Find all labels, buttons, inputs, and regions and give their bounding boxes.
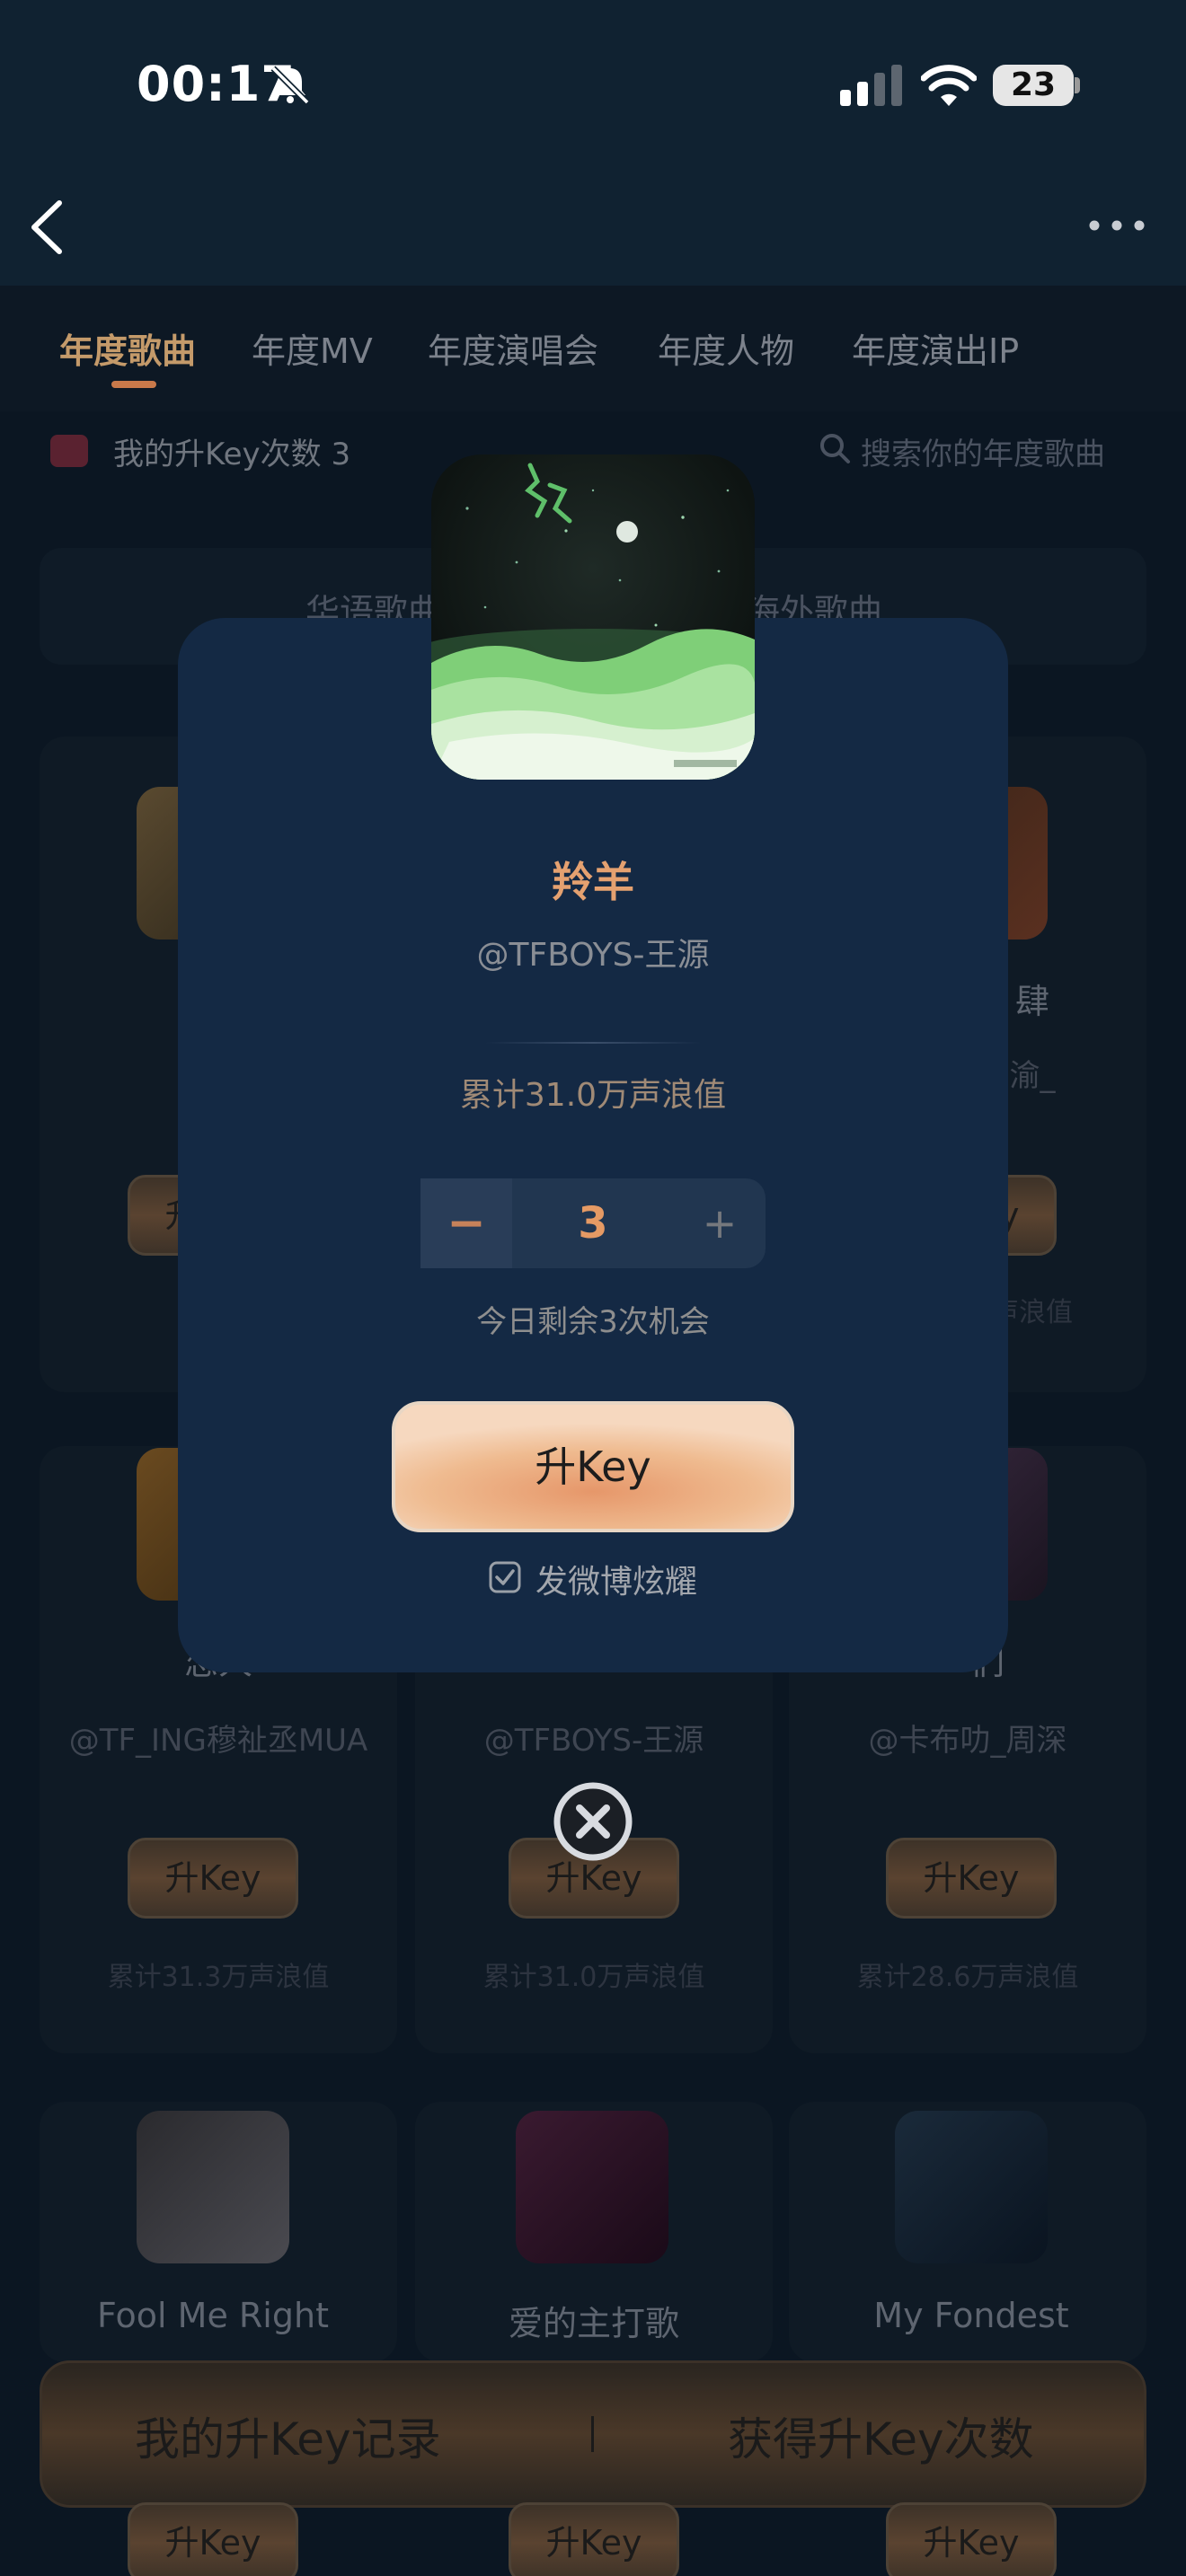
upgrade-key-button[interactable]: 升Key (128, 1838, 298, 1919)
search-icon (820, 434, 850, 463)
battery-tip (1075, 77, 1080, 93)
song-artist: @卡布叻_周深 (868, 1723, 1067, 1759)
back-icon[interactable] (27, 199, 66, 255)
modal-artist: @TFBOYS-王源 (476, 937, 710, 974)
active-tab-underline (111, 381, 156, 388)
song-cover (137, 2111, 289, 2263)
song-cover (895, 2111, 1048, 2263)
upgrade-key-button[interactable]: 升Key (509, 2502, 679, 2576)
nav-bar (0, 162, 1186, 286)
wifi-icon (921, 65, 977, 106)
song-score: 累计28.6万声浪值 (856, 1962, 1079, 1993)
song-title: My Fondest (873, 2296, 1069, 2335)
close-icon[interactable] (552, 1780, 634, 1863)
increment-button[interactable]: + (674, 1178, 766, 1268)
upgrade-key-button[interactable]: 升Key (392, 1401, 794, 1532)
battery-indicator: 23 (993, 65, 1074, 106)
weibo-share-label[interactable]: 发微博炫耀 (535, 1556, 697, 1602)
upgrade-key-button[interactable]: 升Key (886, 2502, 1057, 2576)
get-key-times-button[interactable]: 获得升Key次数 (728, 2404, 1034, 2468)
upgrade-key-button[interactable]: 升Key (128, 2502, 298, 2576)
bottom-bar-divider (591, 2416, 594, 2452)
song-title: 爱的主打歌 (508, 2304, 679, 2343)
tab-annual-mv[interactable]: 年度MV (252, 323, 373, 373)
bell-muted-icon (270, 66, 310, 105)
song-score: 累计31.0万声浪值 (482, 1962, 705, 1993)
decrement-button[interactable]: − (420, 1178, 512, 1268)
song-score: 累计31.3万声浪值 (107, 1962, 330, 1993)
song-artist: @TF_ING穆祉丞MUA (68, 1723, 368, 1759)
tab-annual-concert[interactable]: 年度演唱会 (428, 323, 598, 373)
tab-annual-songs[interactable]: 年度歌曲 (59, 323, 196, 373)
upgrade-key-button[interactable]: 升Key (886, 1838, 1057, 1919)
quantity-value: 3 (578, 1198, 608, 1248)
modal-album-cover (431, 454, 755, 780)
search-placeholder: 搜索你的年度歌曲 (861, 437, 1105, 472)
more-icon[interactable] (1085, 216, 1148, 235)
weibo-share-checkbox[interactable] (489, 1561, 521, 1593)
tab-annual-show-ip[interactable]: 年度演出IP (852, 323, 1019, 373)
modal-song-title: 羚羊 (552, 858, 634, 906)
tab-annual-person[interactable]: 年度人物 (658, 323, 794, 373)
my-key-records-button[interactable]: 我的升Key记录 (135, 2404, 441, 2468)
song-cover (516, 2111, 668, 2263)
modal-score: 累计31.0万声浪值 (459, 1077, 727, 1114)
song-artist: @TFBOYS-王源 (483, 1723, 704, 1759)
remaining-chances: 今日剩余3次机会 (476, 1304, 710, 1340)
song-title: Fool Me Right (97, 2296, 329, 2335)
key-ticket-icon (50, 435, 88, 467)
signal-icon (840, 65, 902, 106)
key-count-label: 我的升Key次数 3 (113, 437, 351, 472)
modal-divider (485, 1042, 701, 1044)
